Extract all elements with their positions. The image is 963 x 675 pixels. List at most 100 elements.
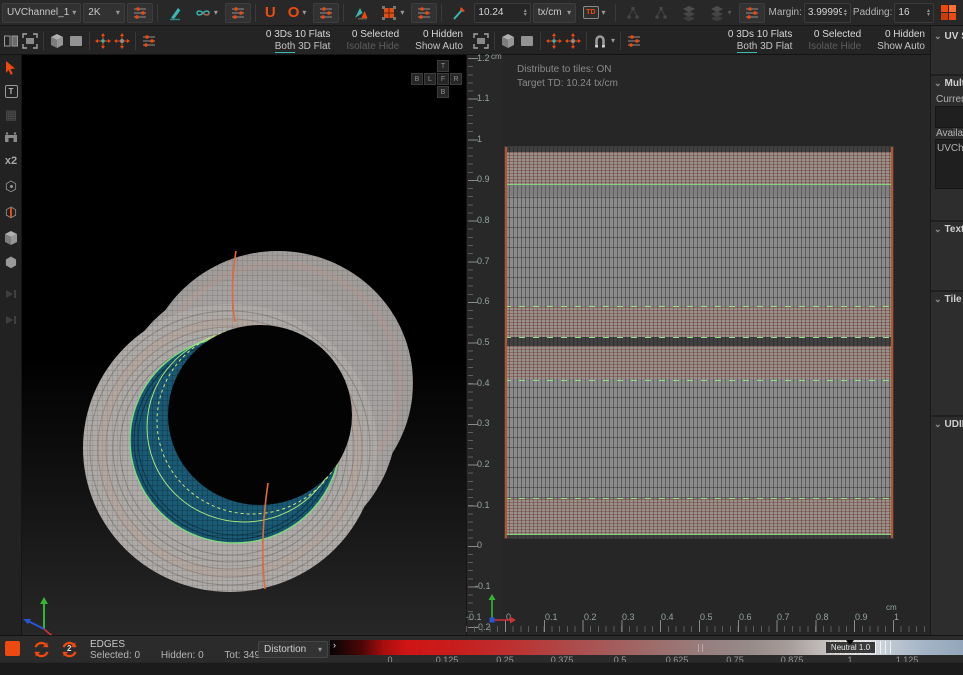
- viewcube-front-button[interactable]: F: [437, 73, 449, 85]
- expand-islands-icon[interactable]: [546, 33, 562, 49]
- distortion-metric-dropdown[interactable]: Distortion ▾: [258, 641, 328, 658]
- view-3d-icon[interactable]: [49, 33, 65, 49]
- stack-tool-button[interactable]: [676, 3, 702, 23]
- spin-down-icon[interactable]: ▾: [927, 13, 930, 17]
- view-flat-icon[interactable]: [68, 33, 84, 49]
- unfold-tool-button[interactable]: [162, 3, 188, 23]
- select-tool-button[interactable]: [0, 57, 22, 79]
- margin-stepper[interactable]: ▴▾: [844, 9, 847, 17]
- island-pin-button[interactable]: [0, 127, 22, 149]
- next-island-fit-button[interactable]: [0, 309, 22, 331]
- uv-island-grid[interactable]: [505, 147, 893, 538]
- next-island-button[interactable]: [0, 283, 22, 305]
- frame-selection-icon[interactable]: [473, 33, 489, 49]
- neutral-marker-icon[interactable]: [846, 640, 854, 645]
- spin-down-icon[interactable]: ▾: [844, 13, 847, 17]
- vertex-mode-button[interactable]: ⬡: [0, 175, 22, 197]
- view-flat-icon[interactable]: [519, 33, 535, 49]
- group-tool-button[interactable]: [620, 3, 646, 23]
- display-options-icon[interactable]: [626, 33, 642, 49]
- viewcube-back-button[interactable]: B: [411, 73, 423, 85]
- viewcube-top-button[interactable]: T: [437, 60, 449, 72]
- sliders-icon: [744, 5, 760, 21]
- pack-tool-button[interactable]: [348, 3, 374, 23]
- ruler-label: 0.3: [622, 613, 635, 622]
- optimize-options-button[interactable]: [313, 3, 339, 23]
- panel-header-texture[interactable]: ⌄ Textu: [934, 224, 963, 235]
- map-size-dropdown[interactable]: 2K ▾: [83, 3, 125, 23]
- cylinder-mesh-model[interactable]: [22, 55, 470, 635]
- ungroup-tool-button[interactable]: [648, 3, 674, 23]
- edge-mode-button[interactable]: ⬡: [0, 201, 22, 223]
- spin-down-icon[interactable]: ▾: [524, 13, 527, 17]
- uv-fine-band: [505, 152, 893, 184]
- viewcube-bottom-button[interactable]: B: [437, 86, 449, 98]
- unstack-tool-button[interactable]: ▾: [704, 3, 737, 23]
- viewcube-left-button[interactable]: L: [424, 73, 436, 85]
- frame-selection-icon[interactable]: [22, 33, 38, 49]
- current-uvset-input[interactable]: [935, 106, 963, 128]
- padding-stepper[interactable]: ▴▾: [927, 9, 930, 17]
- filter-isolate-hide[interactable]: Isolate Hide: [346, 41, 399, 52]
- chevron-down-icon[interactable]: ▾: [611, 37, 615, 45]
- viewport-3d[interactable]: T B L F R B: [22, 55, 470, 635]
- uvchannel-list-item[interactable]: UVChan: [937, 143, 963, 154]
- available-label: Availab: [936, 128, 963, 139]
- uv-fine-band: [505, 307, 893, 337]
- unfold-options-button[interactable]: [225, 3, 251, 23]
- scale-left-marker-icon: ›: [333, 640, 336, 650]
- td-apply-button[interactable]: TD ▾: [578, 3, 610, 23]
- view-3d-icon[interactable]: [500, 33, 516, 49]
- tile-grid-button[interactable]: [936, 3, 961, 23]
- uvset-listbox[interactable]: UVChan: [935, 139, 963, 189]
- td-unit-dropdown[interactable]: tx/cm ▾: [533, 3, 576, 23]
- optimize-o-button[interactable]: O ▾: [283, 3, 312, 23]
- pack-options-button[interactable]: [411, 3, 437, 23]
- stack-options-button[interactable]: [739, 3, 765, 23]
- unwrap-u-button[interactable]: U: [260, 3, 281, 23]
- filter-both-3dflat[interactable]: Both 3D Flat: [728, 41, 792, 52]
- chevron-down-icon: ⌄: [934, 294, 942, 305]
- margin-input[interactable]: 3.99999 ▴▾: [804, 3, 851, 23]
- texel-density-stepper[interactable]: ▴▾: [524, 9, 527, 17]
- filter-show-auto[interactable]: Show Auto: [415, 41, 463, 52]
- transform-tool-button[interactable]: T: [0, 80, 22, 102]
- viewcube-right-button[interactable]: R: [450, 73, 462, 85]
- stat-hidden: 0 Hidden: [415, 29, 463, 40]
- layers2-icon: [709, 5, 725, 21]
- collapse-islands-icon[interactable]: [114, 33, 130, 49]
- chevron-down-icon: ⌄: [934, 31, 942, 42]
- ruler-label: 1.2: [477, 54, 490, 63]
- panel-header-tile[interactable]: ⌄ Tile: [934, 294, 962, 305]
- texel-density-input[interactable]: 10.24 ▴▾: [474, 3, 530, 23]
- island-mode-button[interactable]: ⬢: [0, 251, 22, 273]
- uv-channel-dropdown[interactable]: UVChannel_1 ▾: [2, 3, 81, 23]
- densify-tool-button[interactable]: ▾: [376, 3, 409, 23]
- panel-header-udim[interactable]: ⌄ UDIM: [934, 419, 963, 430]
- loop-select-icon[interactable]: [32, 640, 51, 659]
- mesh-display-button[interactable]: ▦: [0, 103, 22, 125]
- collapse-islands-icon[interactable]: [565, 33, 581, 49]
- split-view-icon[interactable]: [3, 33, 19, 49]
- viewport-uv[interactable]: Distribute to tiles: ON Target TD: 10.24…: [503, 55, 930, 635]
- filter-both-3dflat[interactable]: Both 3D Flat: [266, 41, 330, 52]
- polygon-mode-button[interactable]: [0, 227, 22, 249]
- ruler-label: 0.4: [477, 379, 490, 388]
- axis-gizmo-3d: [22, 583, 82, 635]
- viewport-options-button[interactable]: [127, 3, 153, 23]
- double-resolution-button[interactable]: x2: [0, 150, 22, 172]
- magnet-snap-icon[interactable]: [592, 33, 608, 49]
- filter-isolate-hide[interactable]: Isolate Hide: [808, 41, 861, 52]
- texel-density-picker-button[interactable]: [446, 3, 472, 23]
- stop-button[interactable]: [5, 641, 20, 656]
- distortion-gradient-bar[interactable]: Neutral 1.0: [330, 640, 963, 655]
- expand-islands-icon[interactable]: [95, 33, 111, 49]
- panel-header-multi[interactable]: ⌄ Multi: [934, 78, 963, 89]
- display-options-icon[interactable]: [141, 33, 157, 49]
- toolbar-separator: [586, 32, 587, 50]
- padding-input[interactable]: 16 ▴▾: [894, 3, 934, 23]
- filter-show-auto[interactable]: Show Auto: [877, 41, 925, 52]
- panel-header-uv-sets[interactable]: ⌄ UV Se: [934, 31, 963, 42]
- symmetry-tool-button[interactable]: ▾: [190, 3, 223, 23]
- uv-seam-band: [505, 337, 893, 346]
